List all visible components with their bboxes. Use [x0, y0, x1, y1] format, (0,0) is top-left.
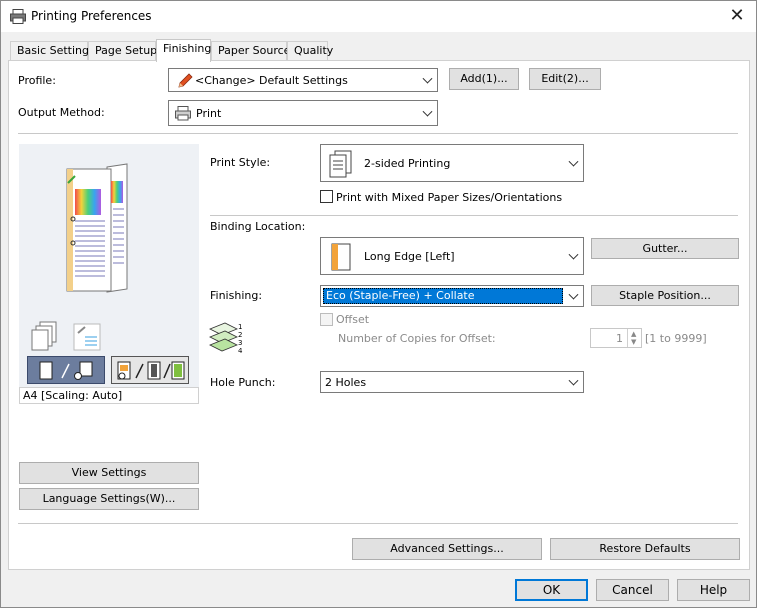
duplex-icon	[39, 361, 93, 380]
finishing-label: Finishing:	[210, 289, 263, 302]
output-method-value: Print	[196, 107, 222, 120]
profile-select[interactable]: <Change> Default Settings	[168, 68, 438, 92]
svg-text:4: 4	[238, 347, 243, 355]
restore-defaults-button[interactable]: Restore Defaults	[550, 538, 740, 560]
binding-location-select[interactable]: Long Edge [Left]	[320, 237, 584, 275]
binding-location-value: Long Edge [Left]	[364, 250, 455, 263]
finishing-select[interactable]: Eco (Staple-Free) + Collate	[320, 285, 584, 307]
tab-page-setup[interactable]: Page Setup	[88, 41, 157, 61]
offset-copies-label: Number of Copies for Offset:	[338, 332, 496, 345]
svg-text:3: 3	[238, 339, 242, 347]
edit-profile-button[interactable]: Edit(2)...	[529, 68, 601, 90]
tab-quality[interactable]: Quality	[287, 41, 333, 61]
mixed-paper-checkbox[interactable]	[320, 190, 333, 203]
cancel-button[interactable]: Cancel	[596, 579, 669, 601]
offset-checkbox[interactable]	[320, 313, 333, 326]
staple-page-icon	[73, 323, 101, 351]
ok-button[interactable]: OK	[515, 579, 588, 601]
add-profile-button[interactable]: Add(1)...	[449, 68, 519, 90]
chevron-down-icon	[568, 156, 579, 167]
tab-basic-settings[interactable]: Basic Settings	[10, 41, 95, 61]
chevron-down-icon	[422, 106, 433, 117]
paper-size-caption: A4 [Scaling: Auto]	[19, 387, 199, 404]
spinner-arrows[interactable]: ▲ ▼	[627, 329, 641, 347]
output-method-label: Output Method:	[18, 106, 105, 119]
chevron-down-icon	[568, 375, 579, 386]
offset-copies-spinner[interactable]: 1 ▲ ▼	[590, 328, 642, 348]
binding-icon	[117, 361, 185, 380]
print-style-label: Print Style:	[210, 156, 271, 169]
svg-text:1: 1	[238, 323, 242, 331]
print-style-value: 2-sided Printing	[364, 157, 451, 170]
title-bar: Printing Preferences ✕	[1, 1, 756, 32]
divider	[18, 133, 738, 134]
staple-position-button[interactable]: Staple Position...	[591, 285, 739, 306]
spinner-up-icon[interactable]: ▲	[631, 330, 636, 338]
chevron-down-icon	[568, 249, 579, 260]
advanced-settings-button[interactable]: Advanced Settings...	[352, 538, 542, 560]
language-settings-button[interactable]: Language Settings(W)...	[19, 488, 199, 510]
print-style-select[interactable]: 2-sided Printing	[320, 144, 584, 182]
binding-left-icon	[331, 243, 351, 271]
window-title: Printing Preferences	[31, 9, 152, 23]
tab-finishing[interactable]: Finishing	[156, 39, 211, 62]
help-button[interactable]: Help	[677, 579, 750, 601]
pencil-icon	[178, 73, 193, 88]
printer-icon	[10, 9, 26, 24]
close-icon[interactable]: ✕	[726, 5, 748, 27]
tab-paper-source[interactable]: Paper Source	[211, 41, 290, 61]
duplex-toggle-button[interactable]	[27, 356, 105, 384]
printing-preferences-window: Printing Preferences ✕ Basic Settings Pa…	[0, 0, 757, 608]
hole-punch-label: Hole Punch:	[210, 376, 276, 389]
output-method-select[interactable]: Print	[168, 100, 438, 126]
offset-copies-value: 1	[616, 332, 623, 345]
chevron-down-icon	[422, 73, 433, 84]
offset-label: Offset	[336, 313, 370, 326]
hole-punch-select[interactable]: 2 Holes	[320, 371, 584, 393]
binding-toggle-button[interactable]	[111, 356, 189, 384]
two-sided-icon	[329, 150, 352, 178]
divider	[18, 523, 738, 524]
profile-value: <Change> Default Settings	[195, 74, 348, 87]
profile-label: Profile:	[18, 74, 56, 87]
copies-icon	[31, 321, 57, 351]
divider	[210, 215, 738, 216]
offset-stack-icon: 1 2 3 4	[209, 322, 243, 355]
finishing-value: Eco (Staple-Free) + Collate	[323, 288, 563, 304]
spinner-down-icon[interactable]: ▼	[631, 338, 636, 346]
chevron-down-icon	[568, 289, 579, 300]
offset-range-label: [1 to 9999]	[645, 332, 707, 345]
mixed-paper-label: Print with Mixed Paper Sizes/Orientation…	[336, 191, 563, 204]
view-settings-button[interactable]: View Settings	[19, 462, 199, 484]
gutter-button[interactable]: Gutter...	[591, 238, 739, 259]
hole-punch-value: 2 Holes	[325, 376, 367, 389]
svg-text:2: 2	[238, 331, 242, 339]
binding-location-label: Binding Location:	[210, 220, 306, 233]
printer-icon	[175, 106, 191, 121]
page-preview-icon	[66, 163, 128, 293]
